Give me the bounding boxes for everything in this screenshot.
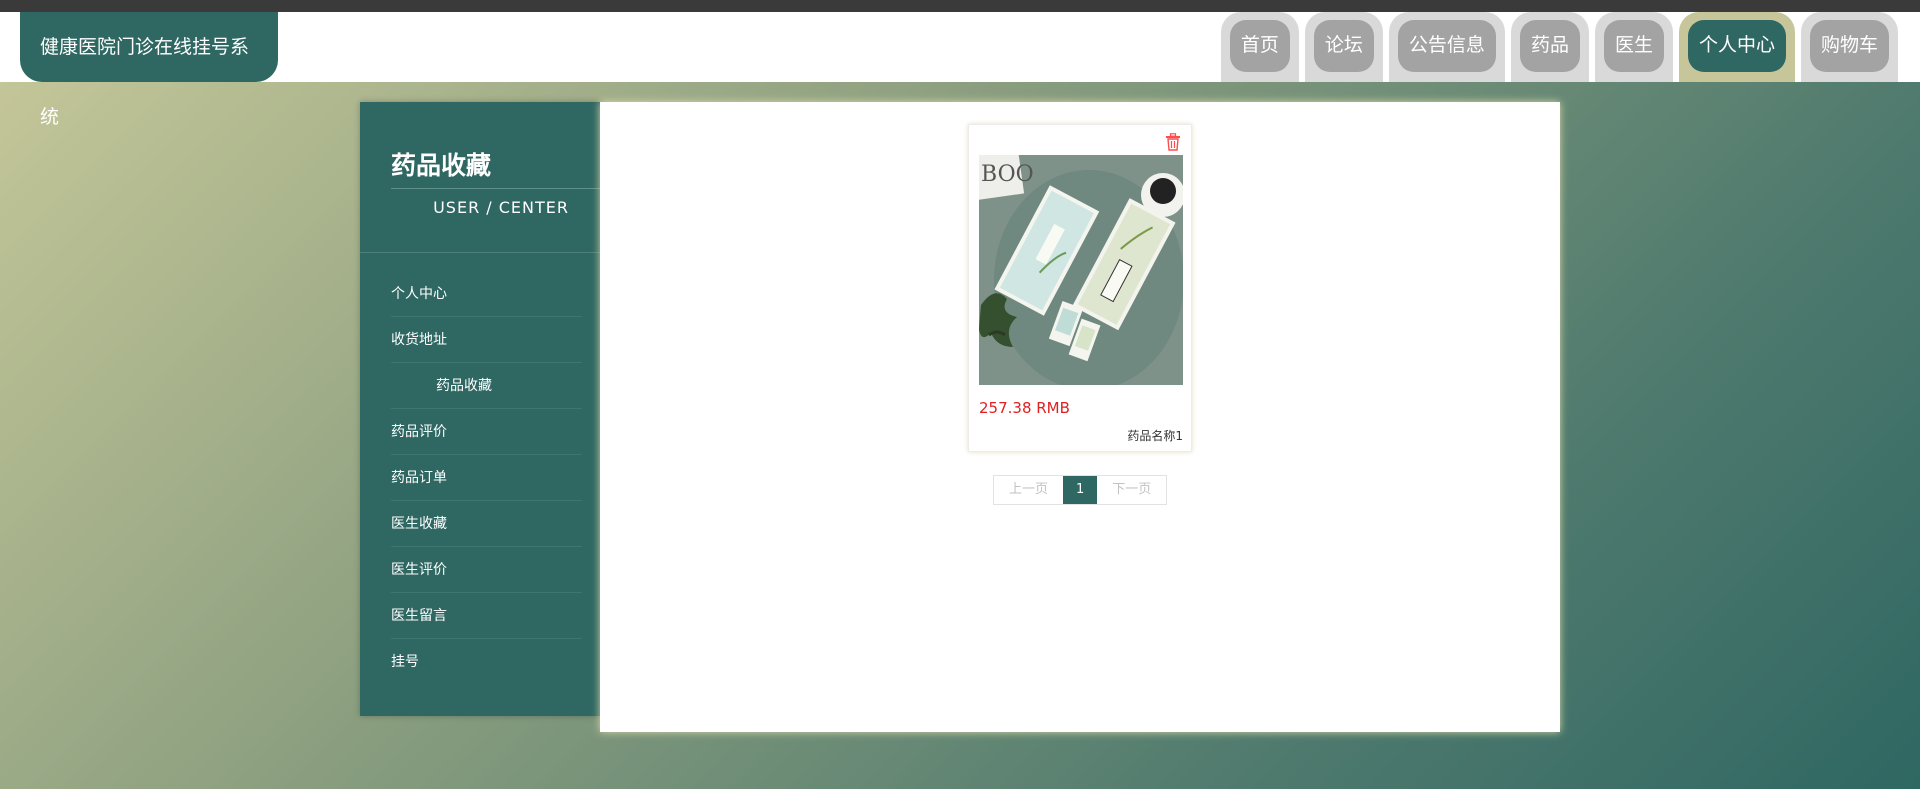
nav-cart[interactable]: 购物车	[1800, 12, 1898, 82]
sidebar-menu: 个人中心 收货地址 药品收藏 药品评价 药品订单 医生收藏 医生评价 医生留言 …	[360, 253, 600, 684]
sidebar-item-registration[interactable]: 挂号	[391, 639, 582, 684]
top-strip	[0, 0, 1920, 12]
nav-announcements[interactable]: 公告信息	[1388, 12, 1505, 82]
sidebar-divider	[391, 188, 600, 189]
nav-forum[interactable]: 论坛	[1304, 12, 1383, 82]
product-price: 257.38 RMB	[979, 399, 1070, 417]
sidebar-title: 药品收藏	[391, 151, 492, 180]
page-number-current[interactable]: 1	[1063, 476, 1098, 504]
sidebar-item-doctor-favorites[interactable]: 医生收藏	[391, 501, 582, 547]
sidebar-header: 药品收藏 USER / CENTER	[360, 102, 600, 253]
sidebar-item-medicine-reviews[interactable]: 药品评价	[391, 409, 582, 455]
favorite-card[interactable]: BOO 257.38 RMB 药品名称1	[968, 124, 1192, 452]
product-image[interactable]: BOO	[979, 155, 1183, 385]
svg-text:BOO: BOO	[981, 162, 1034, 187]
nav-user-center[interactable]: 个人中心	[1678, 12, 1795, 82]
nav-medicine[interactable]: 药品	[1510, 12, 1589, 82]
trash-icon[interactable]	[1165, 133, 1181, 151]
product-name[interactable]: 药品名称1	[1127, 427, 1183, 444]
sidebar-item-medicine-favorites[interactable]: 药品收藏	[391, 363, 582, 409]
nav-doctors[interactable]: 医生	[1594, 12, 1673, 82]
main-content: BOO 257.38 RMB 药品名称1 上一页 1 下一页	[600, 102, 1560, 732]
sidebar-subtitle: USER / CENTER	[433, 198, 569, 217]
sidebar-item-doctor-reviews[interactable]: 医生评价	[391, 547, 582, 593]
user-sidebar: 药品收藏 USER / CENTER 个人中心 收货地址 药品收藏 药品评价 药…	[360, 102, 600, 716]
sidebar-item-address[interactable]: 收货地址	[391, 317, 582, 363]
header: 健康医院门诊在线挂号系统 首页 论坛 公告信息 药品 医生 个人中心 购物车	[0, 12, 1920, 128]
nav-home[interactable]: 首页	[1220, 12, 1299, 82]
sidebar-item-medicine-orders[interactable]: 药品订单	[391, 455, 582, 501]
sidebar-item-doctor-messages[interactable]: 医生留言	[391, 593, 582, 639]
pagination: 上一页 1 下一页	[993, 475, 1168, 505]
prev-page-button[interactable]: 上一页	[994, 476, 1063, 504]
site-title: 健康医院门诊在线挂号系统	[20, 12, 278, 128]
next-page-button[interactable]: 下一页	[1097, 476, 1166, 504]
main-nav: 首页 论坛 公告信息 药品 医生 个人中心 购物车	[1220, 12, 1898, 82]
sidebar-item-user-center[interactable]: 个人中心	[391, 271, 582, 317]
